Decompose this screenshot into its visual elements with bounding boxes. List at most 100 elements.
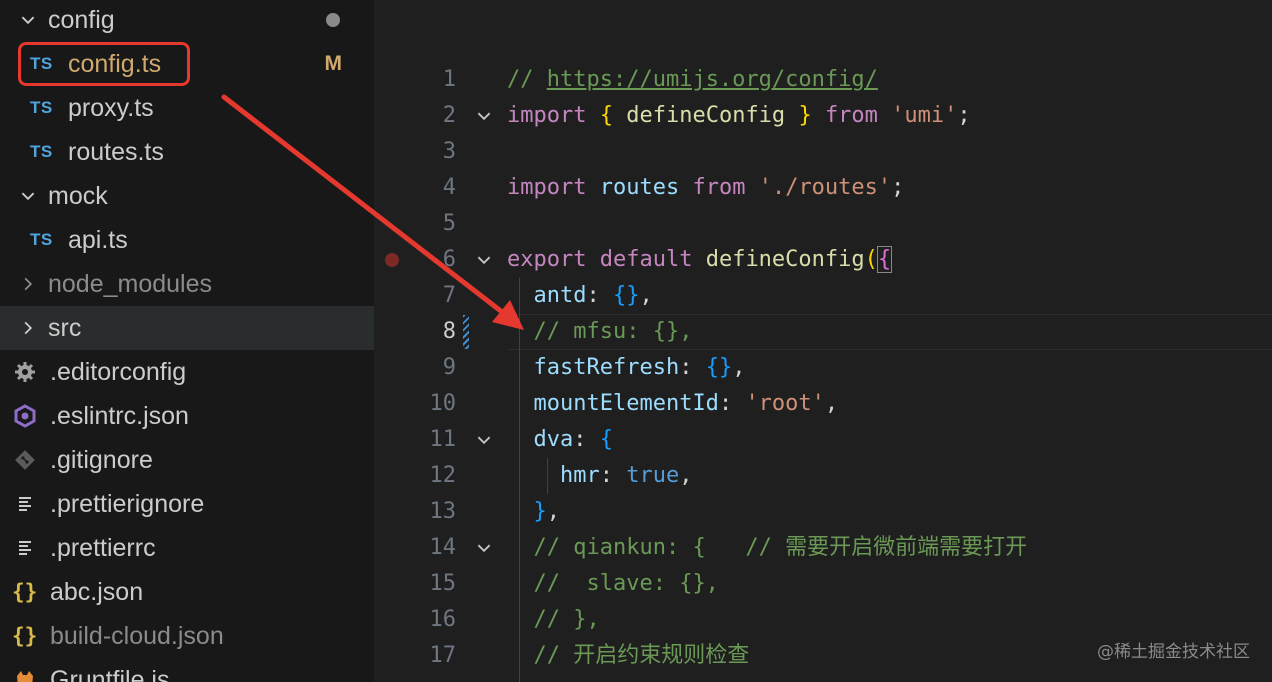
token-punct: , <box>639 283 653 308</box>
code-line-11: dva: { <box>507 422 614 458</box>
token-string: 'root' <box>745 391 825 416</box>
code-line-9: fastRefresh: {}, <box>507 350 746 386</box>
code-line-17: // 开启约束规则检查 <box>507 638 750 674</box>
token-keyword: default <box>599 247 693 272</box>
json-icon: {} <box>12 580 38 604</box>
code-line-8: // mfsu: {}, <box>507 314 693 350</box>
tree-file-eslintrc[interactable]: .eslintrc.json <box>0 394 374 438</box>
tree-file-abc-json[interactable]: {} abc.json <box>0 570 374 614</box>
tree-file-api-ts[interactable]: TS api.ts <box>0 218 374 262</box>
tree-item-label: mock <box>48 181 108 210</box>
typescript-icon: TS <box>30 142 53 161</box>
token-comment: // slave: {}, <box>533 571 719 596</box>
line-number-active: 8 <box>442 319 456 344</box>
token-property: fastRefresh <box>533 355 680 380</box>
tree-folder-mock[interactable]: mock <box>0 174 374 218</box>
token-comment: // }, <box>533 607 600 632</box>
code-line-14: // qiankun: { // 需要开启微前端需要打开 <box>507 530 1028 566</box>
vscode-window: config TS config.ts M TS proxy.ts TS rou… <box>0 0 1272 682</box>
tree-file-editorconfig[interactable]: .editorconfig <box>0 350 374 394</box>
text-lines-icon <box>12 535 38 561</box>
code-line-15: // slave: {}, <box>507 566 719 602</box>
token-link[interactable]: https://umijs.org/config/ <box>547 67 878 92</box>
token-punct: ; <box>957 103 971 128</box>
tree-folder-src[interactable]: src <box>0 306 374 350</box>
token-punct: : <box>718 391 746 416</box>
tree-item-label: .gitignore <box>50 445 153 474</box>
tree-file-prettierignore[interactable]: .prettierignore <box>0 482 374 526</box>
code-editor[interactable]: 1 2 3 4 5 6 7 8 9 10 11 12 13 14 15 16 1… <box>374 0 1272 682</box>
fold-chevron-icon[interactable] <box>474 98 494 134</box>
token-punct: , <box>679 463 693 488</box>
token-property: antd <box>533 283 587 308</box>
line-number: 1 <box>442 67 456 92</box>
breakpoint-icon[interactable] <box>385 253 399 267</box>
fold-chevron-icon[interactable] <box>474 422 494 458</box>
fold-chevron-icon[interactable] <box>474 530 494 566</box>
line-number: 15 <box>429 571 457 596</box>
code-line-2: import { defineConfig } from 'umi'; <box>507 98 971 134</box>
modified-badge: M <box>324 52 343 75</box>
line-number: 13 <box>429 499 457 524</box>
chevron-right-icon <box>18 274 38 294</box>
watermark: @稀土掘金技术社区 <box>1097 642 1250 662</box>
line-number: 14 <box>429 535 457 560</box>
token-string: './routes' <box>758 175 892 200</box>
tree-file-build-cloud-json[interactable]: {} build-cloud.json <box>0 614 374 658</box>
code-line-1: // https://umijs.org/config/ <box>507 62 878 98</box>
tree-folder-node-modules[interactable]: node_modules <box>0 262 374 306</box>
tree-item-label: .prettierignore <box>50 489 205 518</box>
tree-file-prettierrc[interactable]: .prettierrc <box>0 526 374 570</box>
code-line-7: antd: {}, <box>507 278 653 314</box>
token-keyword: from <box>824 103 878 128</box>
tree-file-gitignore[interactable]: .gitignore <box>0 438 374 482</box>
tree-item-label: abc.json <box>50 577 144 606</box>
token-keyword: export <box>507 247 587 272</box>
token-brace: { <box>876 246 893 273</box>
json-icon: {} <box>12 624 38 648</box>
line-number: 4 <box>442 175 456 200</box>
annotation-highlight-box <box>18 42 190 86</box>
tree-item-label: .prettierrc <box>50 533 156 562</box>
line-number: 5 <box>442 211 456 236</box>
tree-item-label: api.ts <box>68 225 128 254</box>
gear-icon <box>12 359 38 385</box>
explorer-sidebar: config TS config.ts M TS proxy.ts TS rou… <box>0 0 374 682</box>
code-line-13: }, <box>507 494 561 530</box>
token-function: defineConfig <box>705 247 865 272</box>
token-property: hmr <box>559 463 600 488</box>
tree-file-proxy-ts[interactable]: TS proxy.ts <box>0 86 374 130</box>
line-number: 9 <box>442 355 456 380</box>
tree-file-routes-ts[interactable]: TS routes.ts <box>0 130 374 174</box>
token-brace: } <box>798 103 812 128</box>
line-number: 7 <box>442 283 456 308</box>
tree-item-label: .eslintrc.json <box>50 401 189 430</box>
tree-item-label: node_modules <box>48 269 213 298</box>
token-object: {} <box>612 283 640 308</box>
token-comment: // 开启约束规则检查 <box>533 643 750 668</box>
git-icon <box>12 447 38 473</box>
token-property: dva <box>533 427 574 452</box>
tree-file-gruntfile[interactable]: Gruntfile.js <box>0 658 374 682</box>
token-punct: : <box>599 463 627 488</box>
token-comment: // <box>507 67 547 92</box>
chevron-down-icon <box>18 10 38 30</box>
token-keyword: from <box>692 175 746 200</box>
text-lines-icon <box>12 491 38 517</box>
code-line-12: hmr: true, <box>507 458 692 494</box>
typescript-icon: TS <box>30 230 53 249</box>
tree-item-label: Gruntfile.js <box>50 665 170 682</box>
token-punct: , <box>824 391 839 416</box>
fold-chevron-icon[interactable] <box>474 242 494 278</box>
token-paren: ( <box>864 247 878 272</box>
token-object: {} <box>705 355 733 380</box>
chevron-down-icon <box>18 186 38 206</box>
eslint-icon <box>12 403 38 429</box>
modified-line-indicator <box>463 315 469 349</box>
line-number: 16 <box>429 607 457 632</box>
token-comment: // mfsu: {}, <box>533 319 693 344</box>
token-punct: : <box>573 427 600 452</box>
tree-item-label: proxy.ts <box>68 93 154 122</box>
tree-folder-config[interactable]: config <box>0 0 374 42</box>
token-punct: : <box>679 355 706 380</box>
